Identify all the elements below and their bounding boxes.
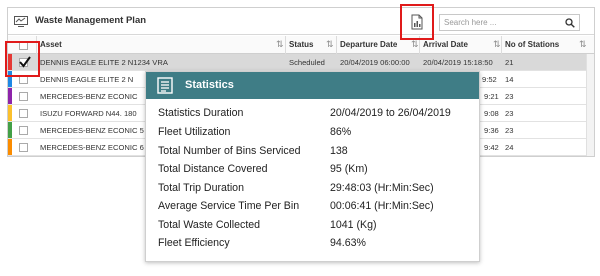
- search-input[interactable]: [444, 16, 559, 29]
- row-checkbox[interactable]: [19, 109, 28, 118]
- stat-label: Statistics Duration: [158, 107, 244, 119]
- row-checkbox[interactable]: [19, 92, 28, 101]
- stat-label: Fleet Utilization: [158, 126, 231, 138]
- column-header-stations[interactable]: No of Stations: [505, 40, 559, 49]
- stat-value: 94.63%: [330, 237, 366, 249]
- stations-cell: 14: [505, 75, 514, 84]
- table-row[interactable]: DENNIS EAGLE ELITE 2 N1234 VRA Scheduled…: [8, 54, 594, 71]
- search-icon[interactable]: [565, 18, 575, 28]
- stat-value: 138: [330, 145, 348, 157]
- panel-titlebar: Waste Management Plan: [8, 8, 594, 35]
- arrival-cell: 9:36: [484, 126, 499, 135]
- status-cell: Scheduled: [289, 58, 325, 67]
- column-header-departure[interactable]: Departure Date: [340, 40, 397, 49]
- stations-cell: 21: [505, 58, 514, 67]
- arrival-cell: 9:08: [484, 109, 499, 118]
- sort-icon[interactable]: ⇅: [326, 39, 334, 50]
- stations-cell: 23: [505, 126, 514, 135]
- stations-cell: 23: [505, 109, 514, 118]
- statistics-popup: Statistics Statistics Duration 20/04/201…: [145, 71, 480, 262]
- arrival-cell: 9:42: [484, 143, 499, 152]
- sort-icon[interactable]: ⇅: [276, 39, 284, 50]
- search-box[interactable]: [439, 14, 580, 31]
- row-color-strip: [8, 88, 12, 104]
- stat-label: Total Trip Duration: [158, 182, 244, 194]
- row-color-strip: [8, 139, 12, 155]
- monitor-icon: [14, 16, 28, 27]
- arrival-cell: 9:21: [484, 92, 499, 101]
- stat-label: Total Waste Collected: [158, 219, 261, 231]
- asset-cell: MERCEDES-BENZ ECONIC 5: [40, 126, 144, 135]
- statistics-document-icon: [157, 77, 173, 94]
- row-checkbox[interactable]: [19, 126, 28, 135]
- row-color-strip: [8, 105, 12, 121]
- arrival-cell: 20/04/2019 15:18:50: [423, 58, 493, 67]
- column-header-asset[interactable]: Asset: [40, 40, 62, 49]
- asset-cell: DENNIS EAGLE ELITE 2 N1234 VRA: [40, 58, 168, 67]
- row-checkbox[interactable]: [19, 143, 28, 152]
- statistics-title: Statistics: [185, 79, 234, 91]
- stat-label: Fleet Efficiency: [158, 237, 230, 249]
- vertical-scrollbar[interactable]: [586, 54, 594, 156]
- sort-icon[interactable]: ⇅: [579, 39, 587, 50]
- row-color-strip: [8, 122, 12, 138]
- stat-label: Average Service Time Per Bin: [158, 200, 300, 212]
- page-title: Waste Management Plan: [35, 15, 147, 26]
- stat-value: 1041 (Kg): [330, 219, 377, 231]
- stations-cell: 23: [505, 92, 514, 101]
- column-header-arrival[interactable]: Arrival Date: [423, 40, 468, 49]
- statistics-header: Statistics: [146, 72, 479, 99]
- arrival-cell: 9:52: [482, 75, 497, 84]
- departure-cell: 20/04/2019 06:00:00: [340, 58, 410, 67]
- table-header: Asset ⇅ Status ⇅ Departure Date ⇅ Arriva…: [8, 36, 594, 54]
- stat-value: 86%: [330, 126, 352, 138]
- stat-value: 95 (Km): [330, 163, 368, 175]
- asset-cell: MERCEDES-BENZ ECONIC: [40, 92, 138, 101]
- asset-cell: MERCEDES-BENZ ECONIC 6: [40, 143, 144, 152]
- column-header-status[interactable]: Status: [289, 40, 313, 49]
- sort-icon[interactable]: ⇅: [411, 39, 419, 50]
- stations-cell: 24: [505, 143, 514, 152]
- stat-label: Total Distance Covered: [158, 163, 268, 175]
- select-checkbox-highlight: [5, 41, 40, 77]
- stat-value: 29:48:03 (Hr:Min:Sec): [330, 182, 434, 194]
- stat-value: 00:06:41 (Hr:Min:Sec): [330, 200, 434, 212]
- stat-value: 20/04/2019 to 26/04/2019: [330, 107, 451, 119]
- asset-cell: ISUZU FORWARD N44. 180: [40, 109, 137, 118]
- stat-label: Total Number of Bins Serviced: [158, 145, 301, 157]
- report-button-highlight: [400, 4, 434, 40]
- sort-icon[interactable]: ⇅: [493, 39, 501, 50]
- asset-cell: DENNIS EAGLE ELITE 2 N: [40, 75, 134, 84]
